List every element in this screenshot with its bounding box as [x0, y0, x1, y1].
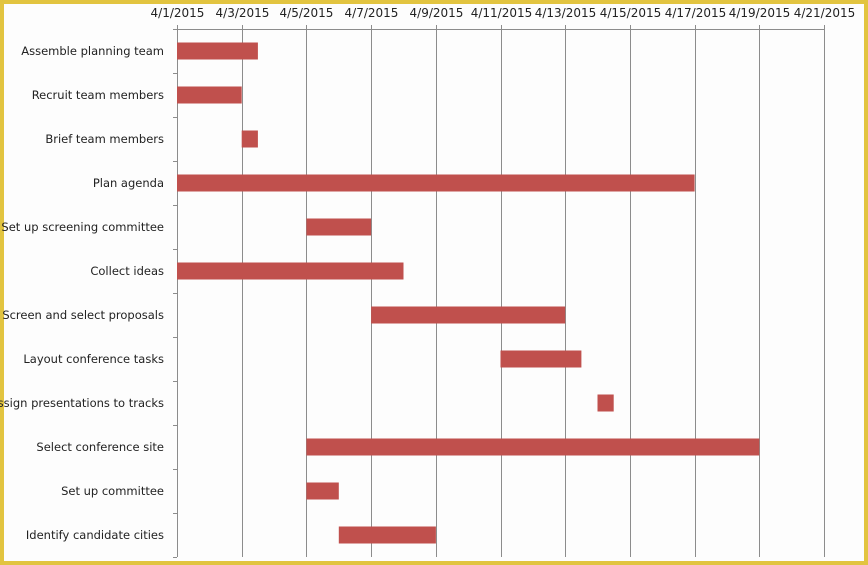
x-tick-label: 4/3/2015: [216, 6, 270, 20]
task-label: Identify candidate cities: [26, 528, 164, 542]
x-tick-label: 4/21/2015: [794, 6, 856, 20]
x-tick-label: 4/11/2015: [471, 6, 533, 20]
x-tick-label: 4/19/2015: [729, 6, 791, 20]
task-label: Brief team members: [45, 132, 164, 146]
task-bar: [371, 306, 566, 324]
task-label: Set up committee: [61, 484, 164, 498]
task-bar: [500, 350, 582, 368]
x-tick-label: 4/13/2015: [535, 6, 597, 20]
x-tick-label: 4/9/2015: [410, 6, 464, 20]
axes: [173, 29, 824, 558]
task-bar: [241, 130, 258, 148]
task-label: Layout conference tasks: [23, 352, 164, 366]
task-label: Plan agenda: [93, 176, 164, 190]
task-label: Assemble planning team: [21, 44, 164, 58]
task-bar: [306, 482, 339, 500]
x-tick-label: 4/15/2015: [600, 6, 662, 20]
task-bar: [338, 526, 436, 544]
x-tick-label: 4/5/2015: [280, 6, 334, 20]
gridlines: [177, 25, 825, 557]
task-label: Recruit team members: [32, 88, 164, 102]
task-label: Set up screening committee: [1, 220, 164, 234]
task-bars: [177, 42, 760, 544]
task-bar: [177, 262, 404, 280]
task-bar: [306, 218, 372, 236]
gantt-chart: 4/1/2015 4/3/2015 4/5/2015 4/7/2015 4/9/2015…: [0, 6, 856, 558]
y-axis-category-labels: Assemble planning team Recruit team membe…: [0, 44, 164, 542]
task-bar: [177, 174, 695, 192]
x-tick-label: 4/7/2015: [345, 6, 399, 20]
task-bar: [177, 42, 258, 60]
task-bar: [597, 394, 614, 412]
task-label: Assign presentations to tracks: [0, 396, 164, 410]
x-tick-label: 4/17/2015: [665, 6, 727, 20]
x-tick-label: 4/1/2015: [151, 6, 205, 20]
task-label: Select conference site: [36, 440, 164, 454]
x-axis-tick-labels: 4/1/2015 4/3/2015 4/5/2015 4/7/2015 4/9/2015…: [151, 6, 856, 20]
task-label: Screen and select proposals: [2, 308, 164, 322]
task-bar: [306, 438, 760, 456]
task-bar: [177, 86, 242, 104]
task-label: Collect ideas: [90, 264, 164, 278]
